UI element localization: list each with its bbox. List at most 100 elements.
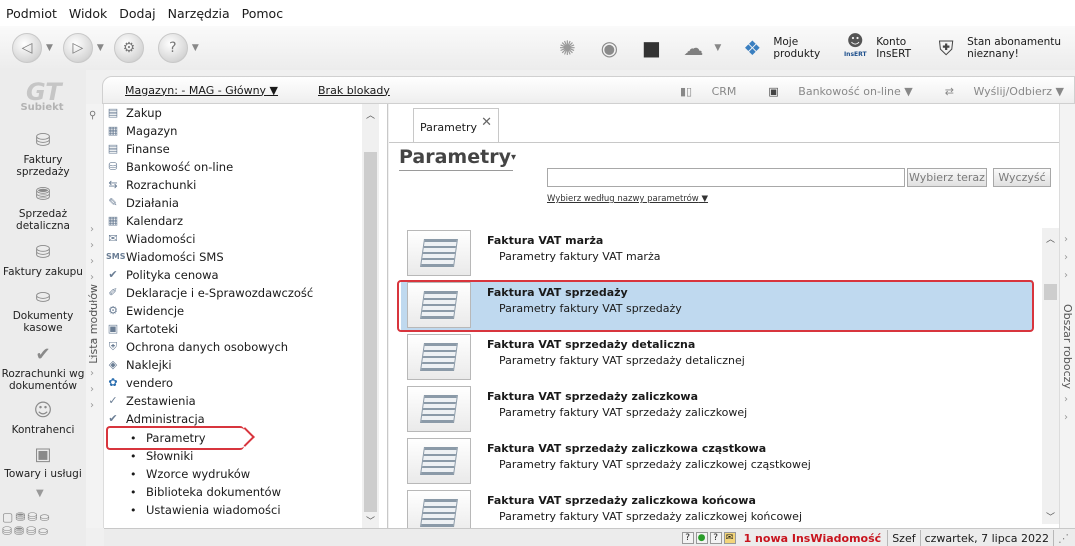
scroll-up-icon[interactable]: ︿ — [1046, 232, 1055, 245]
chevron-right-icon[interactable]: › — [1064, 270, 1068, 281]
help-icon[interactable]: ? — [681, 532, 694, 544]
module-finanse[interactable]: ▤ Finanse — [106, 140, 170, 158]
question-icon[interactable]: ? — [709, 532, 722, 544]
list-item[interactable]: Faktura VAT sprzedaży zaliczkowa Paramet… — [401, 384, 1033, 434]
user-icon[interactable]: ☻ InsERT — [840, 33, 870, 63]
module-polityka-cenowa[interactable]: ✔ Polityka cenowa — [106, 266, 218, 284]
news-notification[interactable]: 1 nowa InsWiadomość — [738, 532, 888, 545]
menu-dodaj[interactable]: Dodaj — [119, 6, 155, 21]
module-deklaracje[interactable]: ✐ Deklaracje i e-Sprawozdawczość — [106, 284, 313, 302]
submodule-wzorce[interactable]: • Wzorce wydruków — [130, 465, 250, 483]
list-item[interactable]: Faktura VAT sprzedaży zaliczkowa końcowa… — [401, 488, 1033, 528]
nav-faktury-sprzedazy[interactable]: ⛁ Faktury sprzedaży — [0, 130, 86, 178]
globe-icon[interactable]: ◉ — [594, 33, 624, 63]
module-dzialania[interactable]: ✎ Działania — [106, 194, 179, 212]
chevron-right-icon[interactable]: › — [1064, 234, 1068, 245]
page-title[interactable]: Parametry▾ — [399, 146, 516, 168]
send-receive-button[interactable]: ⇄ Wyślij/Odbierz ▼ — [929, 85, 1064, 98]
envelope-icon[interactable]: ✉ — [723, 532, 736, 544]
forward-icon[interactable]: ▷ — [62, 33, 93, 63]
nav-sprzedaz-detaliczna[interactable]: ⛃ Sprzedaż detaliczna — [0, 184, 86, 232]
shield-icon[interactable]: ⛨ — [931, 33, 961, 63]
scroll-down-icon[interactable]: ﹀ — [366, 514, 375, 527]
scroll-up-icon[interactable]: ︿ — [366, 108, 375, 121]
nav-kontrahenci[interactable]: ☺ Kontrahenci — [0, 400, 86, 436]
tab-parametry[interactable]: Parametry ✕ — [413, 108, 499, 142]
online-banking-button[interactable]: ▣ Bankowość on-line ▼ — [752, 85, 912, 98]
help-icon[interactable]: ? — [157, 33, 188, 63]
module-wiadomosci-sms[interactable]: SMS Wiadomości SMS — [106, 248, 224, 266]
menu-pomoc[interactable]: Pomoc — [242, 6, 283, 21]
list-item[interactable]: Faktura VAT sprzedaży detaliczna Paramet… — [401, 332, 1033, 382]
coins-icon: ⛁ — [35, 130, 51, 151]
module-kartoteki[interactable]: ▣ Kartoteki — [106, 320, 178, 338]
chevron-right-icon[interactable]: › — [90, 224, 94, 235]
module-list-scrollbar[interactable]: ︿ ﹀ — [362, 104, 379, 528]
submodule-biblioteka[interactable]: • Biblioteka dokumentów — [130, 483, 281, 501]
clear-button[interactable]: Wyczyść — [993, 168, 1051, 187]
search-input[interactable] — [547, 168, 905, 187]
nav-shortcuts-icon[interactable]: ▢⛃⛁⛀ ⛁⛃⛁⛀ — [2, 510, 52, 538]
help-dropdown-icon[interactable]: ▼ — [192, 43, 199, 53]
module-ewidencje[interactable]: ⚙ Ewidencje — [106, 302, 184, 320]
scroll-down-icon[interactable]: ﹀ — [1046, 510, 1055, 523]
module-naklejki[interactable]: ◈ Naklejki — [106, 356, 172, 374]
menu-narzedzia[interactable]: Narzędzia — [168, 6, 230, 21]
logo-mark-icon: GT — [26, 78, 62, 106]
cards-icon: ▣ — [107, 322, 119, 335]
submodule-ustawienia[interactable]: • Ustawienia wiadomości — [130, 501, 281, 519]
module-zakup[interactable]: ▤ Zakup — [106, 104, 162, 122]
my-products-button[interactable]: Moje produkty — [773, 36, 820, 60]
module-ochrona-danych[interactable]: ⛨ Ochrona danych osobowych — [106, 338, 288, 356]
lock-status-link[interactable]: Brak blokady — [318, 84, 390, 97]
module-wiadomosci[interactable]: ✉ Wiadomości — [106, 230, 195, 248]
cloud-icon[interactable]: ☁ — [678, 33, 708, 63]
module-vendero[interactable]: ✿ vendero — [106, 374, 173, 392]
products-icon[interactable]: ❖ — [737, 33, 767, 63]
chevron-right-icon[interactable]: › — [90, 256, 94, 267]
back-dropdown-icon[interactable]: ▼ — [46, 43, 53, 53]
module-magazyn[interactable]: ▦ Magazyn — [106, 122, 178, 140]
chevron-down-icon[interactable]: ▼ — [36, 488, 44, 499]
pin-icon[interactable]: ⚲ — [89, 110, 96, 121]
menu-widok[interactable]: Widok — [69, 6, 107, 21]
work-area-strip[interactable]: › › › Obszar roboczy › › — [1059, 104, 1075, 528]
tools-icon[interactable]: ⚙ — [113, 33, 144, 63]
chevron-right-icon[interactable]: › — [1064, 252, 1068, 263]
chevron-right-icon[interactable]: › — [90, 368, 94, 379]
list-item[interactable]: Faktura VAT marża Parametry faktury VAT … — [401, 228, 1033, 278]
sync-icon[interactable]: ✺ — [552, 33, 582, 63]
chevron-right-icon[interactable]: › — [1064, 412, 1068, 423]
chevron-right-icon[interactable]: › — [90, 384, 94, 395]
filter-by-name-link[interactable]: Wybierz według nazwy parametrów ▼ — [547, 194, 708, 204]
cloud-dropdown-icon[interactable]: ▼ — [714, 43, 721, 53]
chevron-right-icon[interactable]: › — [1064, 394, 1068, 405]
list-scrollbar[interactable]: ︿ ﹀ — [1042, 228, 1059, 524]
module-list: ⚲ › › › › › › › › › › › › Lista modułów … — [86, 104, 388, 528]
subscription-status[interactable]: Stan abonamentu nieznany! — [967, 36, 1061, 60]
menu-podmiot[interactable]: Podmiot — [6, 6, 57, 21]
scroll-thumb[interactable] — [364, 152, 377, 512]
warehouse-selector[interactable]: Magazyn: - MAG - Główny ▼ — [125, 84, 278, 97]
chevron-right-icon[interactable]: › — [90, 272, 94, 283]
module-rozrachunki[interactable]: ⇆ Rozrachunki — [106, 176, 196, 194]
scroll-thumb[interactable] — [1044, 284, 1057, 300]
module-kalendarz[interactable]: ▦ Kalendarz — [106, 212, 183, 230]
forward-dropdown-icon[interactable]: ▼ — [97, 43, 104, 53]
close-icon[interactable]: ✕ — [481, 115, 492, 130]
resize-grip-icon[interactable]: ⋰ — [1053, 530, 1075, 546]
nav-rozrachunki[interactable]: ✔ Rozrachunki wg dokumentów — [0, 344, 86, 392]
module-bankowosc[interactable]: ⛁ Bankowość on-line — [106, 158, 233, 176]
nav-dokumenty-kasowe[interactable]: ⛀ Dokumenty kasowe — [0, 286, 86, 334]
nav-faktury-zakupu[interactable]: ⛁ Faktury zakupu — [0, 242, 86, 278]
back-icon[interactable]: ◁ — [12, 33, 42, 63]
crm-button[interactable]: ▮▯ CRM — [664, 85, 736, 98]
nav-towary[interactable]: ▣ Towary i usługi — [0, 444, 86, 480]
choose-now-button[interactable]: Wybierz teraz — [907, 168, 987, 187]
chevron-right-icon[interactable]: › — [90, 240, 94, 251]
account-button[interactable]: Konto InsERT — [876, 36, 911, 60]
list-item[interactable]: Faktura VAT sprzedaży zaliczkowa cząstko… — [401, 436, 1033, 486]
module-zestawienia[interactable]: ✓ Zestawienia — [106, 392, 195, 410]
box-icon[interactable]: ■ — [636, 33, 666, 63]
chevron-right-icon[interactable]: › — [90, 400, 94, 411]
